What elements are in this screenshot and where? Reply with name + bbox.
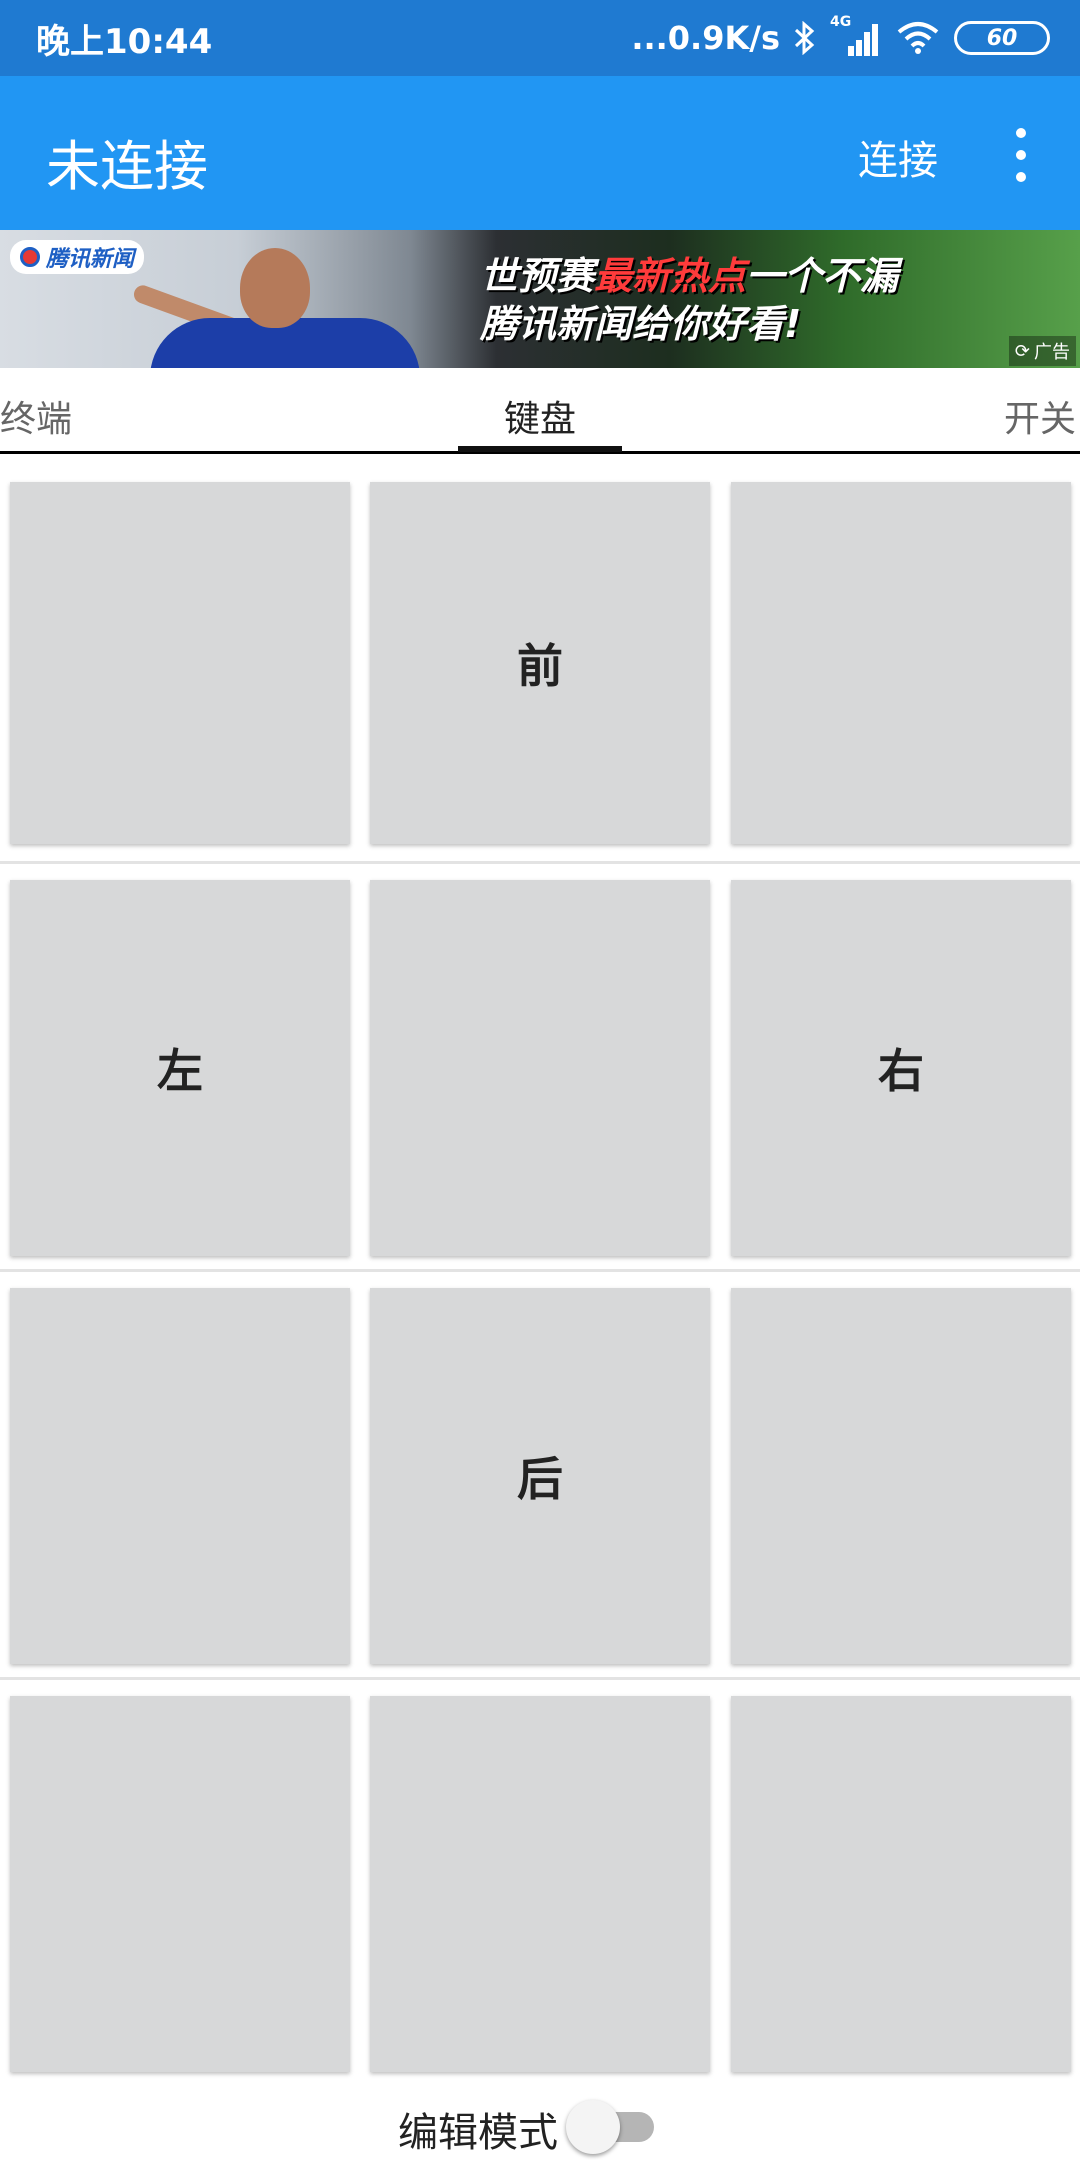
refresh-icon: ⟳ xyxy=(1014,340,1030,362)
edit-mode-switch-thumb[interactable] xyxy=(566,2100,620,2154)
key-button[interactable] xyxy=(731,1288,1071,1664)
key-right[interactable]: 右 xyxy=(731,880,1071,1256)
key-button[interactable] xyxy=(731,1696,1071,2072)
tab-terminal[interactable]: 终端 xyxy=(0,390,72,442)
keypad-row: 后 xyxy=(0,1272,1080,1680)
tab-keyboard[interactable]: 键盘 xyxy=(504,390,576,442)
edit-mode-label: 编辑模式 xyxy=(398,2110,558,2156)
ad-tag-label: 广告 xyxy=(1034,342,1070,363)
key-forward[interactable]: 前 xyxy=(370,482,710,844)
key-back[interactable]: 后 xyxy=(370,1288,710,1664)
network-speed: ...0.9K/s xyxy=(631,19,780,57)
app-bar: 未连接 连接 xyxy=(0,76,1080,230)
key-left[interactable]: 左 xyxy=(10,880,350,1256)
ad-logo: 腾讯新闻 xyxy=(10,240,145,274)
key-button[interactable] xyxy=(370,1696,710,2072)
status-bar: 晚上10:44 ...0.9K/s 4G 60 xyxy=(0,0,1080,76)
ad-logo-text: 腾讯新闻 xyxy=(46,247,135,272)
ad-image xyxy=(130,248,430,368)
signal-label: 4G xyxy=(830,14,852,30)
ad-line1-suffix: 一个不漏 xyxy=(746,254,899,298)
app-title: 未连接 xyxy=(46,135,208,198)
ad-text: 世预赛最新热点一个不漏 腾讯新闻给你好看! xyxy=(480,252,1000,348)
key-button[interactable] xyxy=(10,1696,350,2072)
connect-button[interactable]: 连接 xyxy=(858,128,938,186)
signal-icon: 4G xyxy=(830,14,882,58)
keypad-row xyxy=(0,1680,1080,2090)
edit-mode-row: 编辑模式 xyxy=(0,2090,1080,2160)
wifi-icon xyxy=(896,20,940,56)
tab-bar: 终端 键盘 开关 xyxy=(0,368,1080,454)
ad-line1-highlight: 最新热点 xyxy=(594,254,747,298)
ad-line2: 腾讯新闻给你好看! xyxy=(480,302,802,346)
key-button[interactable] xyxy=(731,482,1071,844)
status-icons: ...0.9K/s 4G 60 xyxy=(631,12,1050,64)
keypad-row: 前 xyxy=(0,456,1080,864)
more-vert-icon[interactable] xyxy=(1002,128,1038,182)
tab-indicator xyxy=(458,446,622,452)
key-button[interactable] xyxy=(10,482,350,844)
ad-logo-icon xyxy=(20,247,40,267)
tab-switch[interactable]: 开关 xyxy=(1004,390,1076,442)
status-time: 晚上10:44 xyxy=(36,22,213,62)
bluetooth-icon xyxy=(794,21,816,55)
key-button[interactable] xyxy=(370,880,710,1256)
battery-icon: 60 xyxy=(954,21,1050,55)
ad-line1-prefix: 世预赛 xyxy=(480,254,595,298)
keypad-row: 左 右 xyxy=(0,864,1080,1272)
key-button[interactable] xyxy=(10,1288,350,1664)
ad-tag[interactable]: ⟳ 广告 xyxy=(1008,336,1076,366)
ad-banner[interactable]: 腾讯新闻 世预赛最新热点一个不漏 腾讯新闻给你好看! ⟳ 广告 xyxy=(0,230,1080,368)
